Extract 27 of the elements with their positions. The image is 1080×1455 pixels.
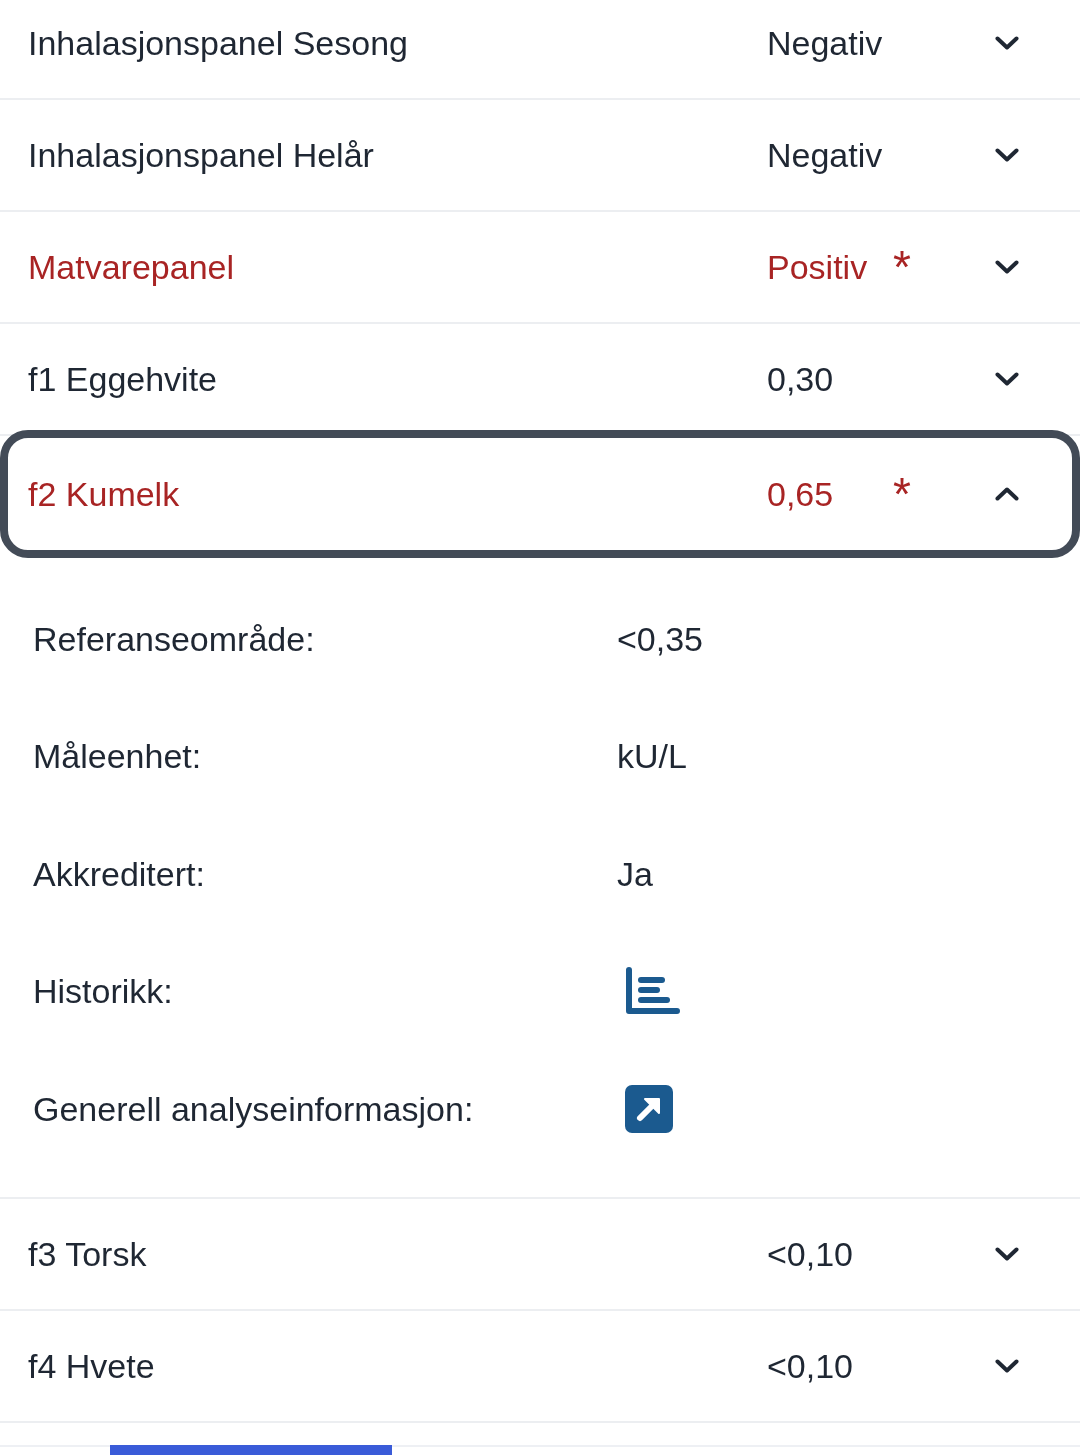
result-row[interactable]: f2 Kumelk 0,65 * <box>0 430 1080 558</box>
test-result: <0,10 <box>767 1345 855 1386</box>
test-result: Negativ <box>767 135 884 175</box>
test-result: <0,10 <box>767 1233 855 1274</box>
test-name: f1 Eggehvite <box>28 359 219 399</box>
test-result: Positiv <box>767 247 869 287</box>
test-name: Inhalasjonspanel Helår <box>28 135 375 175</box>
detail-label: Generell analyseinformasjon: <box>33 1088 475 1129</box>
detail-label: Referanseområde: <box>33 618 316 659</box>
detail-value: kU/L <box>617 736 688 777</box>
test-result: 0,30 <box>767 359 835 399</box>
test-result: Negativ <box>767 23 884 63</box>
test-name: Inhalasjonspanel Sesong <box>28 23 409 63</box>
detail-label: Måleenhet: <box>33 736 203 777</box>
bar-chart-icon[interactable] <box>625 966 681 1017</box>
test-name: f2 Kumelk <box>28 474 181 514</box>
abnormal-marker: * <box>893 247 911 287</box>
test-name: f3 Torsk <box>28 1233 148 1274</box>
detail-value: <0,35 <box>617 618 705 659</box>
external-link-icon[interactable] <box>625 1084 673 1133</box>
detail-label: Historikk: <box>33 971 174 1012</box>
test-result: 0,65 <box>767 474 835 514</box>
abnormal-marker: * <box>893 474 911 514</box>
test-name: Matvarepanel <box>28 247 235 287</box>
detail-label: Akkreditert: <box>33 853 206 894</box>
detail-value: Ja <box>617 853 654 894</box>
test-name: f4 Hvete <box>28 1345 156 1386</box>
